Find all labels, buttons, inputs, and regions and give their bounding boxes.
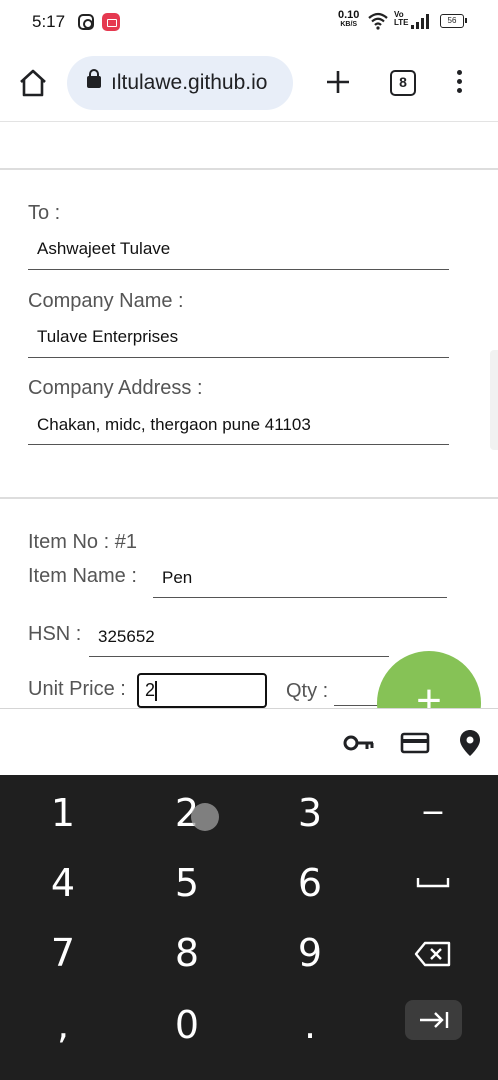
key-minus[interactable]: − <box>388 783 478 843</box>
key-0[interactable]: 0 <box>142 995 232 1055</box>
space-key-icon[interactable] <box>416 875 450 889</box>
key-comma[interactable]: , <box>18 995 108 1055</box>
key-7[interactable]: 7 <box>18 923 108 983</box>
key-3[interactable]: 3 <box>265 783 355 843</box>
key-period[interactable]: . <box>265 995 355 1055</box>
key-1[interactable]: 1 <box>18 783 108 843</box>
location-pin-icon[interactable] <box>459 729 481 757</box>
key-9[interactable]: 9 <box>265 923 355 983</box>
touch-indicator <box>191 803 219 831</box>
key-8[interactable]: 8 <box>142 923 232 983</box>
numeric-keyboard: 1 2 3 − 4 5 6 7 8 9 , 0 . <box>0 775 498 1080</box>
key-4[interactable]: 4 <box>18 853 108 913</box>
key-icon[interactable] <box>343 731 375 755</box>
key-6[interactable]: 6 <box>265 853 355 913</box>
backspace-icon[interactable] <box>414 941 452 967</box>
tab-key[interactable] <box>405 1000 462 1040</box>
key-5[interactable]: 5 <box>142 853 232 913</box>
fab-clip: + <box>0 0 498 708</box>
autofill-strip <box>0 708 498 775</box>
tab-arrow-icon <box>420 1012 449 1028</box>
add-item-button[interactable]: + <box>377 651 481 708</box>
credit-card-icon[interactable] <box>400 731 430 755</box>
